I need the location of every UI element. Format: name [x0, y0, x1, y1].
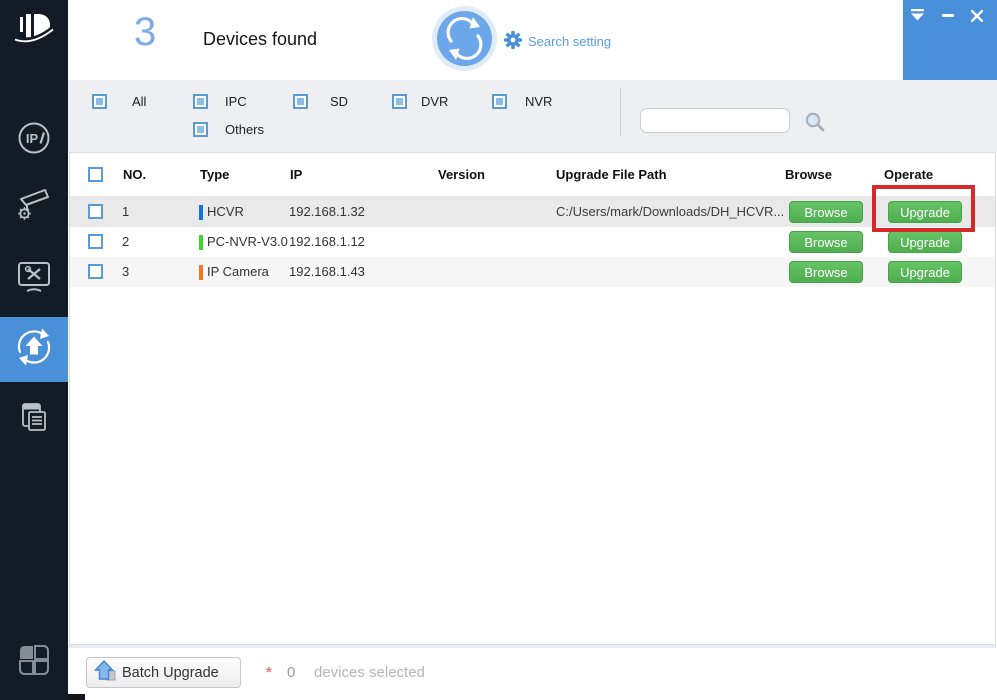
browse-button[interactable]: Browse [789, 201, 863, 223]
divider [620, 88, 621, 136]
batch-upgrade-label: Batch Upgrade [122, 665, 219, 681]
filter-ipc[interactable]: IPC [193, 94, 247, 109]
device-type-color-bar [199, 235, 203, 250]
device-table: NO. Type IP Version Upgrade File Path Br… [69, 152, 996, 645]
row-checkbox[interactable] [88, 234, 103, 249]
row-checkbox[interactable] [88, 264, 103, 279]
cell-ip: 192.168.1.32 [289, 197, 365, 227]
search-icon [804, 121, 826, 136]
required-mark: * [266, 664, 272, 681]
filter-dvr[interactable]: DVR [392, 94, 448, 109]
filter-others[interactable]: Others [193, 122, 264, 137]
filter-sd[interactable]: SD [293, 94, 348, 109]
filter-all-label: All [132, 94, 146, 109]
filter-nvr-label: NVR [525, 94, 552, 109]
refresh-icon [437, 54, 492, 69]
col-header-ip: IP [290, 153, 302, 197]
sidebar-item-device-config[interactable] [0, 178, 68, 236]
app-window: IP [0, 0, 997, 700]
col-header-no: NO. [123, 153, 146, 197]
device-count: 3 [134, 10, 156, 55]
filter-all-checkbox[interactable] [92, 94, 107, 109]
cell-ip: 192.168.1.12 [289, 227, 365, 257]
cell-type: PC-NVR-V3.0 [207, 227, 288, 257]
batch-upgrade-arrow-icon [93, 659, 118, 687]
window-controls [903, 0, 997, 80]
search-button[interactable] [804, 111, 826, 133]
col-header-version: Version [438, 153, 485, 197]
cell-type: IP Camera [207, 257, 269, 287]
sidebar-item-ip-config[interactable]: IP [0, 111, 68, 169]
search-setting-label: Search setting [528, 34, 611, 49]
cell-no: 1 [122, 197, 129, 227]
batch-upgrade-button[interactable]: Batch Upgrade [86, 657, 241, 688]
browse-button[interactable]: Browse [789, 261, 863, 283]
filter-dvr-checkbox[interactable] [392, 94, 407, 109]
filter-nvr[interactable]: NVR [492, 94, 552, 109]
gear-icon [504, 31, 522, 52]
sidebar-item-toolbox[interactable] [0, 633, 68, 691]
select-all-checkbox[interactable] [88, 167, 103, 182]
minimize-icon[interactable] [940, 9, 956, 25]
sidebar-item-system-tools[interactable] [0, 251, 68, 309]
devices-found-label: Devices found [203, 29, 317, 50]
dahua-logo-icon [12, 6, 56, 58]
camera-settings-icon [13, 184, 55, 231]
cell-file-path: C:/Users/mark/Downloads/DH_HCVR... [556, 197, 784, 227]
filter-nvr-checkbox[interactable] [492, 94, 507, 109]
close-icon[interactable] [969, 9, 985, 25]
filter-sd-label: SD [330, 94, 348, 109]
menu-dropdown-icon[interactable] [909, 9, 925, 25]
cell-no: 2 [122, 227, 129, 257]
footer-bar: Batch Upgrade * 0 devices selected [68, 648, 997, 700]
upgrade-button[interactable]: Upgrade [888, 231, 962, 253]
search-setting-button[interactable]: Search setting [504, 31, 611, 52]
filter-ipc-label: IPC [225, 94, 247, 109]
refresh-button[interactable] [437, 11, 492, 66]
screen-corner-artifact [68, 694, 85, 700]
search-input[interactable] [640, 108, 790, 133]
filter-dvr-label: DVR [421, 94, 448, 109]
svg-text:IP: IP [26, 131, 39, 146]
upgrade-button[interactable]: Upgrade [888, 201, 962, 223]
filter-ipc-checkbox[interactable] [193, 94, 208, 109]
upgrade-button[interactable]: Upgrade [888, 261, 962, 283]
cell-ip: 192.168.1.43 [289, 257, 365, 287]
device-type-color-bar [199, 205, 203, 220]
sidebar-item-upgrade[interactable] [0, 317, 68, 382]
ip-edit-icon: IP [15, 119, 53, 162]
browse-button[interactable]: Browse [789, 231, 863, 253]
toolbox-clover-icon [16, 642, 52, 683]
row-checkbox[interactable] [88, 204, 103, 219]
filter-others-checkbox[interactable] [193, 122, 208, 137]
sidebar: IP [0, 0, 68, 700]
table-row[interactable]: 3 IP Camera 192.168.1.43 Browse Upgrade [70, 257, 995, 287]
col-header-browse: Browse [785, 153, 832, 197]
table-row[interactable]: 1 HCVR 192.168.1.32 C:/Users/mark/Downlo… [70, 197, 995, 227]
col-header-path: Upgrade File Path [556, 153, 667, 197]
device-type-color-bar [199, 265, 203, 280]
upgrade-icon [13, 326, 55, 373]
col-header-type: Type [200, 153, 229, 197]
selected-count: 0 [287, 664, 295, 681]
selected-count-label: devices selected [314, 664, 425, 681]
table-header-row: NO. Type IP Version Upgrade File Path Br… [70, 153, 995, 197]
filter-others-label: Others [225, 122, 264, 137]
system-tools-icon [12, 258, 56, 303]
sidebar-item-documents[interactable] [0, 390, 68, 448]
filter-all[interactable]: All [92, 94, 146, 109]
table-row[interactable]: 2 PC-NVR-V3.0 192.168.1.12 Browse Upgrad… [70, 227, 995, 257]
filter-bar: All IPC SD DVR NVR Others [68, 80, 997, 152]
documents-icon [14, 397, 54, 442]
cell-type: HCVR [207, 197, 244, 227]
col-header-operate: Operate [884, 153, 933, 197]
cell-no: 3 [122, 257, 129, 287]
filter-sd-checkbox[interactable] [293, 94, 308, 109]
header: 3 Devices found [68, 0, 997, 80]
